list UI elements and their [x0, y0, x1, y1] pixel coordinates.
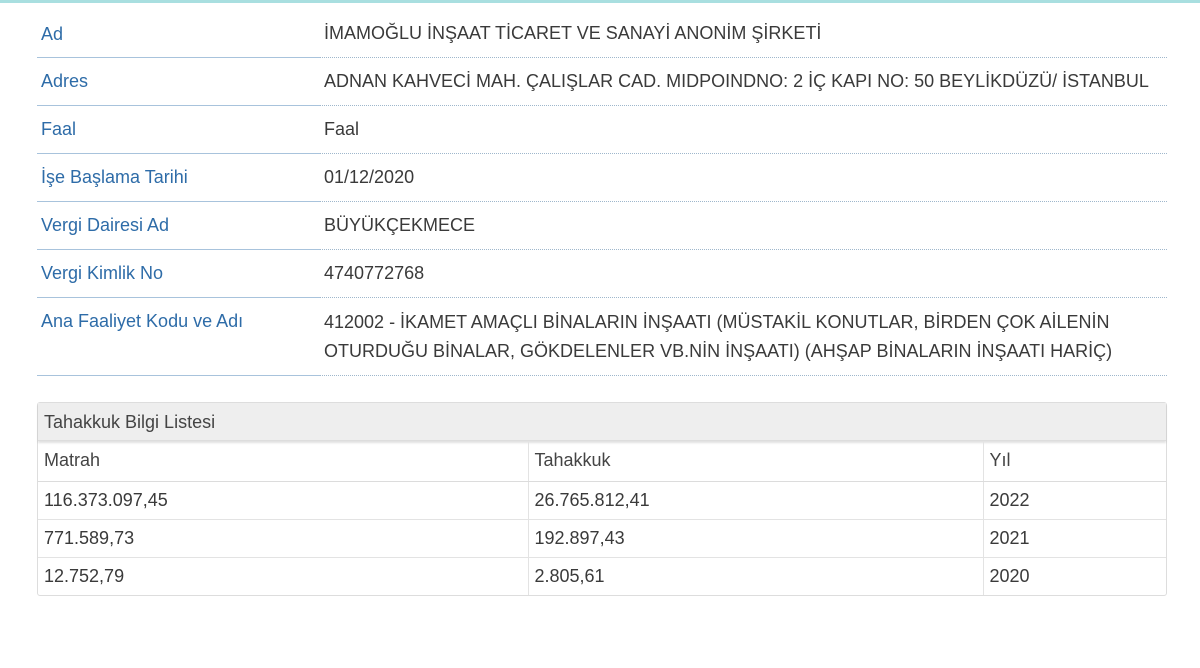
info-value: BÜYÜKÇEKMECE	[320, 202, 1167, 250]
info-row-vergi-dairesi: Vergi Dairesi Ad BÜYÜKÇEKMECE	[37, 202, 1167, 250]
info-value: ADNAN KAHVECİ MAH. ÇALIŞLAR CAD. MIDPOIN…	[320, 58, 1167, 106]
column-header-tahakkuk: Tahakkuk	[528, 441, 984, 482]
info-value: Faal	[320, 106, 1167, 154]
info-row-adres: Adres ADNAN KAHVECİ MAH. ÇALIŞLAR CAD. M…	[37, 58, 1167, 106]
company-info-table: Ad İMAMOĞLU İNŞAAT TİCARET VE SANAYİ ANO…	[37, 10, 1167, 376]
column-header-yil: Yıl	[983, 441, 1166, 482]
info-value: 412002 - İKAMET AMAÇLI BİNALARIN İNŞAATI…	[320, 298, 1167, 376]
table-row: 12.752,79 2.805,61 2020	[38, 557, 1166, 595]
info-label: İşe Başlama Tarihi	[37, 154, 320, 202]
info-row-ad: Ad İMAMOĞLU İNŞAAT TİCARET VE SANAYİ ANO…	[37, 10, 1167, 58]
info-label: Adres	[37, 58, 320, 106]
info-label: Ad	[37, 10, 320, 58]
table-row: 771.589,73 192.897,43 2021	[38, 519, 1166, 558]
table-header-row: Matrah Tahakkuk Yıl	[38, 441, 1166, 482]
info-label: Faal	[37, 106, 320, 154]
table-row: 116.373.097,45 26.765.812,41 2022	[38, 481, 1166, 520]
info-value: 01/12/2020	[320, 154, 1167, 202]
cell-matrah: 116.373.097,45	[38, 481, 529, 520]
info-value: 4740772768	[320, 250, 1167, 298]
info-label: Ana Faaliyet Kodu ve Adı	[37, 298, 320, 376]
cell-tahakkuk: 26.765.812,41	[528, 481, 984, 520]
panel-title: Tahakkuk Bilgi Listesi	[38, 403, 1166, 441]
info-row-vergi-kimlik-no: Vergi Kimlik No 4740772768	[37, 250, 1167, 298]
info-row-faal: Faal Faal	[37, 106, 1167, 154]
info-label: Vergi Kimlik No	[37, 250, 320, 298]
column-header-matrah: Matrah	[38, 441, 529, 482]
tahakkuk-panel: Tahakkuk Bilgi Listesi Matrah Tahakkuk Y…	[37, 402, 1167, 596]
cell-yil: 2020	[989, 565, 1030, 586]
cell-yil: 2021	[983, 519, 1166, 558]
info-label: Vergi Dairesi Ad	[37, 202, 320, 250]
info-row-ana-faaliyet: Ana Faaliyet Kodu ve Adı 412002 - İKAMET…	[37, 298, 1167, 376]
cell-tahakkuk: 2.805,61	[528, 557, 984, 595]
cell-matrah: 771.589,73	[38, 519, 529, 558]
cell-matrah: 12.752,79	[38, 557, 529, 595]
cell-tahakkuk: 192.897,43	[528, 519, 984, 558]
cell-yil: 2022	[983, 481, 1166, 520]
top-accent-strip	[0, 0, 1200, 3]
tahakkuk-table: Matrah Tahakkuk Yıl 116.373.097,45 26.76…	[38, 441, 1166, 595]
info-row-ise-baslama-tarihi: İşe Başlama Tarihi 01/12/2020	[37, 154, 1167, 202]
info-value: İMAMOĞLU İNŞAAT TİCARET VE SANAYİ ANONİM…	[320, 10, 1167, 58]
